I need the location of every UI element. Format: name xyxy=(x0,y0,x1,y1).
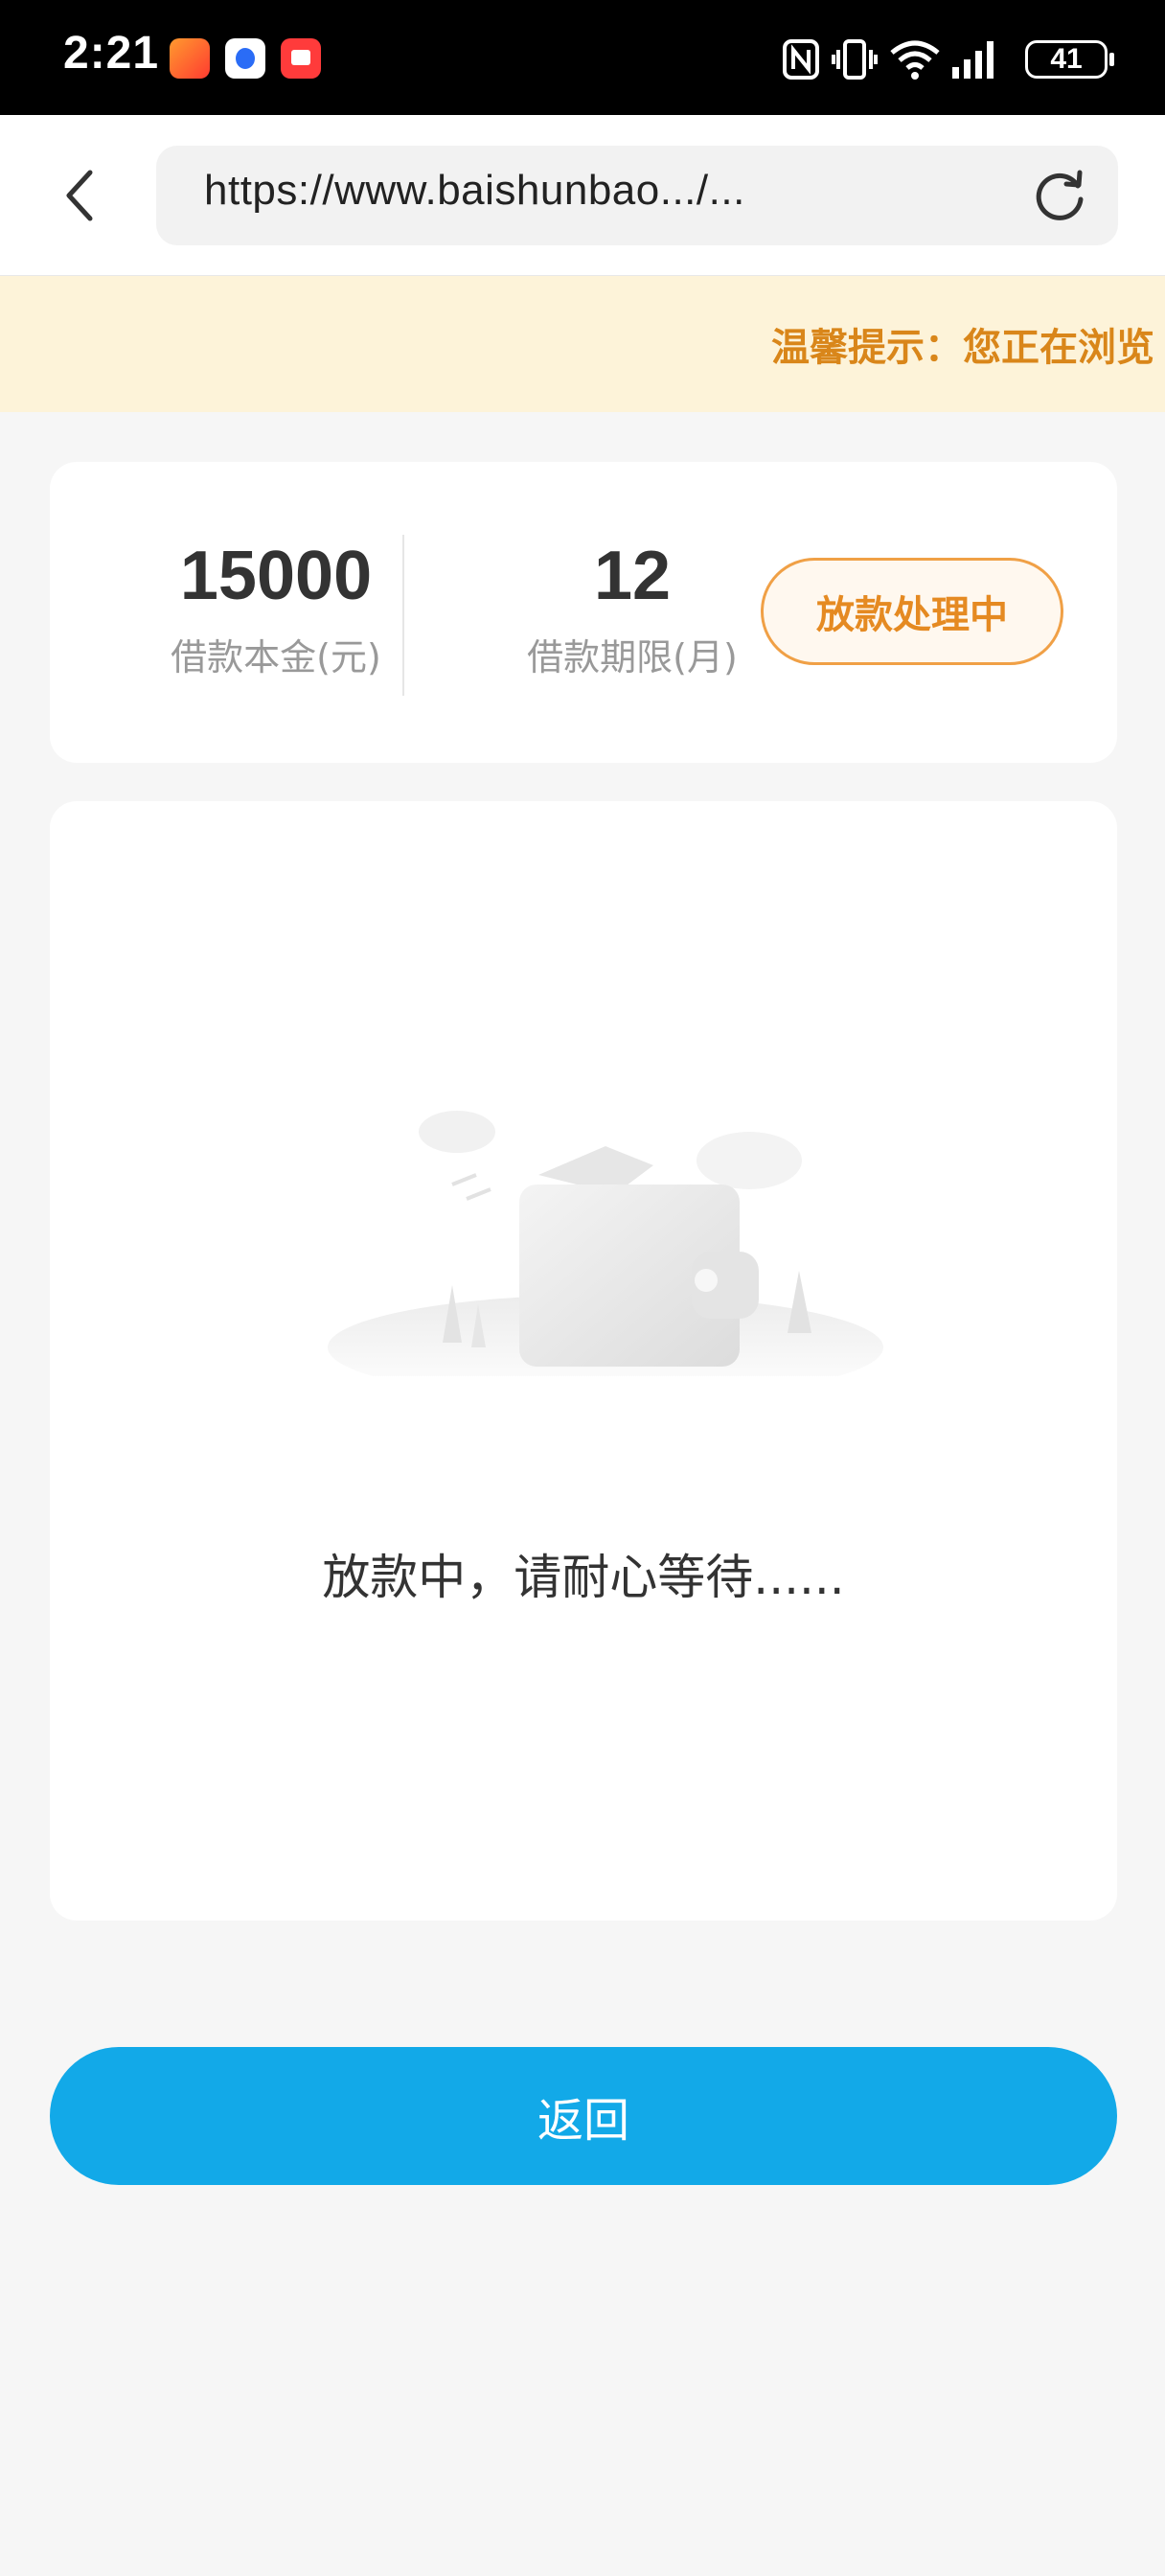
stat-divider xyxy=(402,535,404,696)
notice-text: 温馨提示：您正在浏览 xyxy=(771,326,1154,370)
vibrate-icon xyxy=(832,39,878,80)
status-indicators: 41 xyxy=(782,33,1114,84)
waiting-message: 放款中，请耐心等待...... xyxy=(322,1550,845,1605)
status-bar: 2:21 41 xyxy=(0,0,1165,115)
return-button[interactable]: 返回 xyxy=(50,2047,1117,2185)
principal-label: 借款本金(元) xyxy=(171,636,381,679)
principal-value: 15000 xyxy=(179,538,373,614)
term-stat: 12 借款期限(月) xyxy=(489,538,776,680)
principal-stat: 15000 借款本金(元) xyxy=(132,538,420,680)
status-badge: 放款处理中 xyxy=(761,558,1063,665)
browser-toolbar: https://www.baishunbao.../... xyxy=(0,115,1165,276)
status-time: 2:21 xyxy=(63,28,160,79)
page: 2:21 41 https://www.baishunbao.../... 温馨… xyxy=(0,0,1165,2576)
app-icon xyxy=(170,38,210,79)
signal-icon xyxy=(952,41,994,79)
battery-indicator: 41 xyxy=(1025,40,1114,79)
wifi-icon xyxy=(890,40,940,80)
reload-button[interactable] xyxy=(1030,167,1089,226)
notice-banner: 温馨提示：您正在浏览 xyxy=(0,276,1165,412)
reader-icon xyxy=(281,38,321,79)
disbursement-card: 放款中，请耐心等待...... xyxy=(50,801,1117,1920)
loan-summary-card: 15000 借款本金(元) 12 借款期限(月) 放款处理中 xyxy=(50,462,1117,763)
refresh-icon xyxy=(1036,170,1084,220)
back-button[interactable] xyxy=(48,163,109,228)
term-label: 借款期限(月) xyxy=(527,636,738,679)
chevron-left-icon xyxy=(66,170,93,221)
baidu-icon xyxy=(225,38,265,79)
term-value: 12 xyxy=(593,538,672,614)
wallet-illustration xyxy=(328,1111,883,1376)
address-bar[interactable]: https://www.baishunbao.../... xyxy=(156,146,1118,245)
url-text: https://www.baishunbao.../... xyxy=(204,167,745,214)
nfc-icon xyxy=(783,39,819,80)
